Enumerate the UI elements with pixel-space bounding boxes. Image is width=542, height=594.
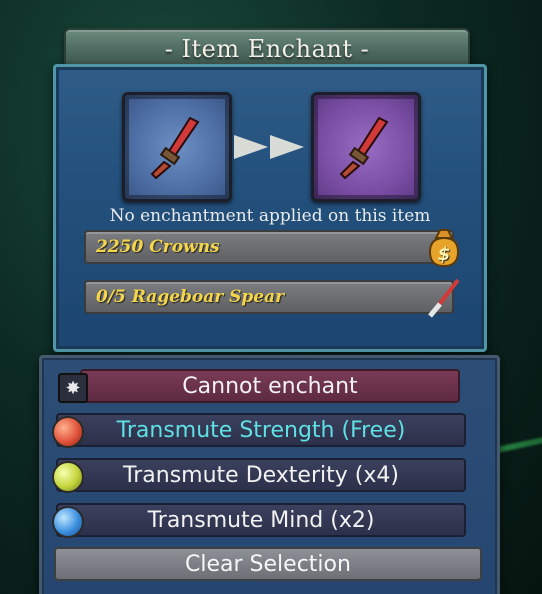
enchant-options-panel: ✸ Cannot enchant Transmute Strength (Fre… (39, 355, 500, 594)
burst-icon: ✸ (58, 373, 88, 403)
clear-selection-label: Clear Selection (185, 551, 351, 577)
clear-selection-button[interactable]: Clear Selection (54, 547, 482, 581)
crowns-cost-row: 2250 Crowns $ (84, 229, 460, 268)
yellow-gem-icon (52, 461, 84, 493)
item-enchant-screen: - Item Enchant - No enchantment applied … (0, 0, 542, 594)
arrow-right-icon (270, 135, 304, 159)
transmute-mind-option[interactable]: Transmute Mind (x2) (52, 503, 466, 538)
enchant-status-text: No enchantment applied on this item (109, 206, 431, 226)
cannot-enchant-label: Cannot enchant (182, 373, 358, 399)
money-bag-icon: $ (428, 229, 460, 268)
material-cost-row: 0/5 Rageboar Spear (84, 278, 460, 318)
spear-icon (150, 116, 200, 180)
red-gem-icon (52, 416, 84, 448)
blue-gem-icon (52, 506, 84, 538)
transmute-strength-label: Transmute Strength (Free) (116, 417, 406, 443)
transmute-dexterity-label: Transmute Dexterity (x4) (123, 462, 399, 488)
transmute-strength-option[interactable]: Transmute Strength (Free) (52, 413, 466, 448)
spear-icon (339, 116, 389, 180)
current-item-slot[interactable] (122, 92, 232, 202)
transmute-mind-label: Transmute Mind (x2) (147, 507, 375, 533)
result-item-slot[interactable] (311, 92, 421, 202)
arrow-right-icon (234, 135, 268, 159)
crowns-cost-label: 2250 Crowns (96, 237, 220, 257)
cannot-enchant-option[interactable]: ✸ Cannot enchant (58, 369, 460, 403)
upgrade-arrows (234, 135, 306, 161)
svg-text:$: $ (438, 244, 451, 265)
material-cost-label: 0/5 Rageboar Spear (96, 287, 285, 307)
transmute-dexterity-option[interactable]: Transmute Dexterity (x4) (52, 458, 466, 493)
enchant-preview-panel: No enchantment applied on this item 2250… (53, 64, 487, 352)
spear-material-icon (428, 278, 460, 318)
